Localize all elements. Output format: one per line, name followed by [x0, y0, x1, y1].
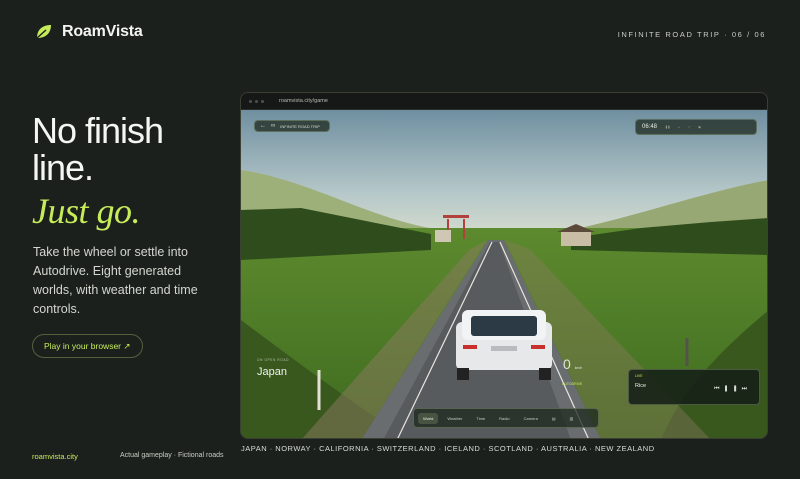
game-clock: 06:48 — [642, 124, 658, 130]
trip-badge[interactable]: ← ∞ INFINITE ROAD TRIP — [254, 120, 330, 132]
tagline: Just go. — [32, 191, 141, 231]
slide-counter: INFINITE ROAD TRIP · 06 / 06 — [617, 30, 766, 39]
tab-time[interactable]: Time — [471, 413, 490, 424]
tab-radio[interactable]: Radio — [494, 413, 514, 424]
tab-world[interactable]: World — [418, 412, 439, 424]
music-status: LIVE — [635, 374, 643, 378]
world-list: JAPAN · NORWAY · CALIFORNIA · SWITZERLAN… — [241, 444, 655, 453]
infinity-icon: ∞ — [271, 123, 276, 129]
speed-value: 0 — [563, 356, 571, 372]
trip-label: INFINITE ROAD TRIP — [280, 123, 320, 129]
location-name: Japan — [257, 366, 287, 378]
browser-url: roamvista.city/game — [279, 98, 328, 104]
drive-mode[interactable]: AUTODRIVE — [562, 382, 582, 386]
browser-window: roamvista.city/game ← ∞ INFINITE ROAD TR… — [240, 92, 768, 439]
music-panel: LIVE Rice ⏮❚❚⏭ — [628, 369, 760, 405]
location-tag: ON OPEN ROAD — [257, 358, 289, 362]
brand-name: RoamVista — [62, 23, 143, 40]
location-panel: ON OPEN ROAD Japan — [257, 358, 289, 382]
footer-note: Actual gameplay · Fictional roads — [120, 452, 224, 459]
headline: No finish line. — [32, 110, 164, 188]
speed-icon[interactable]: » — [678, 125, 680, 129]
tab-camera[interactable]: Camera — [519, 413, 543, 424]
footer-link[interactable]: roamvista.city — [32, 452, 78, 461]
window-dot[interactable] — [255, 99, 258, 103]
pause-icon[interactable]: ❚❚ — [665, 125, 670, 129]
time-control[interactable]: 06:48 ❚❚ » ⤢ ▣ — [635, 119, 757, 135]
music-controls[interactable]: ⏮❚❚⏭ — [714, 385, 751, 393]
speed-unit: km/h — [574, 366, 583, 370]
map-icon[interactable]: ▥ — [565, 413, 579, 424]
game-tabs: World Weather Time Radio Camera ▤ ▥ — [413, 408, 599, 428]
game-scene[interactable]: ← ∞ INFINITE ROAD TRIP 06:48 ❚❚ » ⤢ ▣ ON… — [241, 110, 767, 438]
grid-icon[interactable]: ▤ — [547, 413, 561, 424]
back-arrow-icon[interactable]: ← — [260, 123, 266, 129]
window-dot[interactable] — [249, 99, 252, 103]
speedometer: 0 km/h — [563, 356, 582, 372]
camera-icon[interactable]: ▣ — [698, 125, 701, 129]
play-button[interactable]: Play in your browser ↗ — [32, 334, 143, 358]
tab-weather[interactable]: Weather — [442, 413, 467, 424]
brand[interactable]: RoamVista — [34, 22, 143, 42]
description: Take the wheel or settle into Autodrive.… — [33, 245, 198, 316]
fullscreen-icon[interactable]: ⤢ — [688, 125, 690, 129]
window-dot[interactable] — [261, 99, 264, 103]
browser-chrome: roamvista.city/game — [241, 93, 767, 110]
leaf-icon — [36, 25, 51, 39]
